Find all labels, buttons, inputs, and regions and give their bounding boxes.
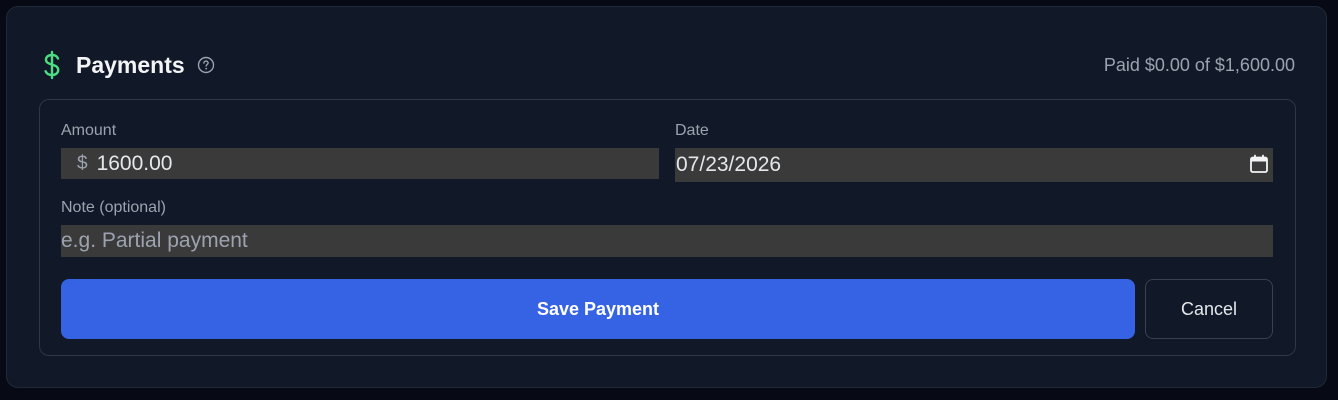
- calendar-icon[interactable]: [1249, 154, 1269, 174]
- note-label: Note (optional): [61, 199, 166, 216]
- paid-summary: Paid $0.00 of $1,600.00: [1103, 54, 1295, 75]
- note-field-wrapper: [61, 225, 1273, 257]
- currency-prefix: $: [77, 152, 88, 174]
- amount-field-wrapper: $: [61, 148, 659, 179]
- payments-card: Payments Paid $0.00 of $1,600.00 Amount …: [6, 6, 1327, 388]
- date-field-wrapper: [675, 148, 1273, 182]
- page-title: Payments: [76, 51, 185, 78]
- amount-input[interactable]: [96, 148, 659, 179]
- dollar-icon: [41, 50, 63, 80]
- date-label: Date: [675, 122, 709, 139]
- amount-label: Amount: [61, 122, 117, 139]
- save-payment-button[interactable]: Save Payment: [61, 279, 1135, 339]
- help-circle-icon[interactable]: [197, 56, 215, 74]
- title-group: Payments: [41, 50, 215, 80]
- payment-form: Amount $ Date Note (optional) Save Payme…: [39, 99, 1296, 356]
- payments-header: Payments Paid $0.00 of $1,600.00: [41, 47, 1295, 83]
- note-input[interactable]: [61, 225, 1273, 257]
- cancel-button[interactable]: Cancel: [1145, 279, 1273, 339]
- date-input[interactable]: [675, 148, 1273, 182]
